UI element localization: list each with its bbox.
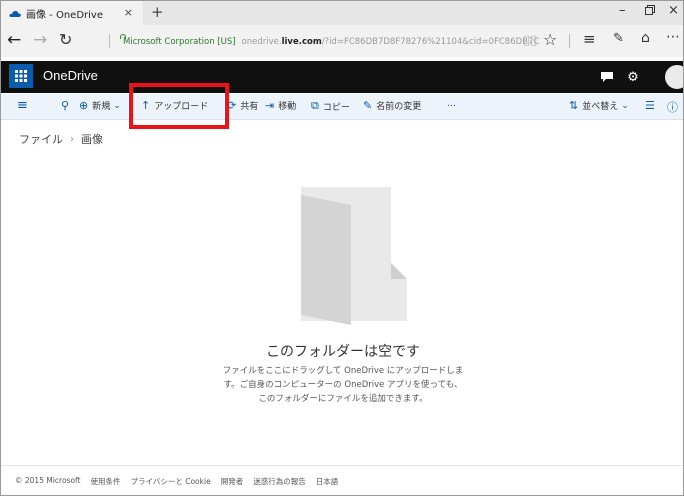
footer-links: © 2015 Microsoft 使用条件 プライバシーと Cookie 開発者… [15, 476, 338, 487]
chevron-down-icon: ⌄ [113, 100, 121, 111]
url-domain: live.com [281, 37, 322, 47]
footer-privacy-link[interactable]: プライバシーと Cookie [131, 476, 211, 487]
onedrive-header: OneDrive ⚙ [1, 61, 683, 93]
certificate-label: Microsoft Corporation [US] [123, 37, 236, 47]
view-toggle-button[interactable]: ☰ [645, 99, 659, 112]
app-launcher-icon[interactable] [9, 64, 33, 88]
avatar[interactable] [663, 63, 683, 91]
breadcrumb-separator: › [70, 133, 74, 145]
browser-tab[interactable]: 画像 - OneDrive × [1, 1, 143, 25]
info-icon: ⓘ [667, 101, 678, 114]
info-button[interactable]: ⓘ [667, 99, 682, 115]
breadcrumb-root[interactable]: ファイル [19, 131, 63, 147]
footer-copyright: © 2015 Microsoft [15, 476, 81, 485]
share-page-icon[interactable]: ⌂ [641, 30, 650, 46]
move-icon: ⇥ [265, 99, 275, 112]
chat-icon[interactable] [595, 65, 619, 89]
empty-desc-line3: このフォルダーにファイルを追加できます。 [258, 394, 428, 404]
refresh-icon[interactable]: ↻ [59, 30, 72, 49]
favorite-star-icon[interactable]: ☆ [543, 30, 557, 49]
empty-desc-line1: ファイルをここにドラッグして OneDrive にアップロードしま [222, 366, 464, 376]
address-bar-row: ← → ↻ Microsoft Corporation [US] onedriv… [1, 25, 683, 57]
sort-icon: ⇅ [569, 99, 579, 112]
url-prefix: onedrive. [241, 37, 282, 47]
footer-terms-link[interactable]: 使用条件 [91, 476, 121, 487]
forward-arrow-icon[interactable]: → [33, 30, 47, 50]
sort-label: 並べ替え [582, 102, 619, 112]
more-commands-button[interactable]: … [447, 99, 456, 109]
tab-title: 画像 - OneDrive [26, 9, 103, 21]
reading-view-icon[interactable]: ▯▯ [523, 33, 537, 48]
brand-title[interactable]: OneDrive [43, 68, 98, 83]
url-rest: /?id=FC86DB7D8F78276%21104&cid=0FC86DB7C [321, 37, 539, 47]
toolbar-divider [569, 34, 570, 48]
hamburger-menu-icon[interactable]: ≡ [17, 98, 28, 113]
minimize-button[interactable]: – [619, 3, 626, 18]
hub-icon[interactable]: ≡ [583, 30, 596, 48]
rename-label: 名前の変更 [376, 102, 422, 112]
plus-circle-icon: ⊕ [79, 99, 89, 112]
chevron-down-icon: ⌄ [621, 100, 629, 111]
onedrive-cloud-icon [9, 9, 21, 18]
browser-window: 画像 - OneDrive × + – × ← → ↻ Microsoft Co… [0, 0, 684, 496]
copy-icon: ⧉ [311, 99, 319, 112]
copy-button[interactable]: ⧉ コピー [311, 99, 350, 113]
breadcrumb: ファイル › 画像 [19, 131, 103, 147]
more-label: … [447, 99, 456, 109]
move-label: 移動 [278, 102, 297, 112]
sort-button[interactable]: ⇅ 並べ替え ⌄ [569, 99, 629, 112]
upload-highlight-box [129, 83, 229, 129]
footer-developers-link[interactable]: 開発者 [221, 476, 244, 487]
copy-label: コピー [322, 102, 350, 113]
more-options-icon[interactable]: ⋯ [666, 29, 680, 45]
footer-report-link[interactable]: 迷惑行為の報告 [253, 476, 306, 487]
address-field[interactable]: Microsoft Corporation [US] onedrive.live… [119, 34, 539, 50]
address-divider [109, 34, 110, 48]
gear-icon[interactable]: ⚙ [621, 65, 645, 89]
web-note-icon[interactable]: ✎ [613, 31, 624, 46]
rename-button[interactable]: ✎ 名前の変更 [363, 99, 421, 112]
move-button[interactable]: ⇥ 移動 [265, 99, 296, 112]
close-window-button[interactable]: × [668, 3, 679, 18]
empty-folder-description: ファイルをここにドラッグして OneDrive にアップロードしま す。ご自身の… [211, 364, 475, 406]
empty-folder-title: このフォルダーは空です [266, 344, 420, 360]
new-button[interactable]: ⊕ 新規 ⌄ [79, 99, 121, 112]
search-button[interactable]: ⚲ [61, 99, 73, 112]
new-tab-button[interactable]: + [151, 3, 164, 21]
footer-language-link[interactable]: 日本語 [316, 476, 339, 487]
list-view-icon: ☰ [645, 99, 655, 112]
new-label: 新規 [92, 102, 111, 112]
restore-button[interactable] [645, 4, 655, 18]
tab-close-icon[interactable]: × [124, 6, 133, 19]
share-button[interactable]: ⟳ 共有 [227, 99, 258, 112]
rename-icon: ✎ [363, 99, 373, 112]
empty-folder-icon [291, 187, 407, 325]
footer: © 2015 Microsoft 使用条件 プライバシーと Cookie 開発者… [1, 465, 683, 495]
empty-desc-line2: す。ご自身のコンピューターの OneDrive アプリを使っても、 [223, 380, 463, 390]
breadcrumb-current: 画像 [81, 133, 103, 146]
url-text: onedrive.live.com/?id=FC86DB7D8F78276%21… [242, 37, 539, 47]
search-icon: ⚲ [61, 99, 70, 112]
tab-bar: 画像 - OneDrive × + – × [1, 1, 683, 25]
command-bar: ≡ ⚲ ⊕ 新規 ⌄ ↑ アップロード ⟳ 共有 ⇥ 移動 ⧉ コピー ✎ 名前… [1, 94, 683, 120]
share-label: 共有 [240, 102, 259, 112]
back-arrow-icon[interactable]: ← [7, 30, 21, 50]
